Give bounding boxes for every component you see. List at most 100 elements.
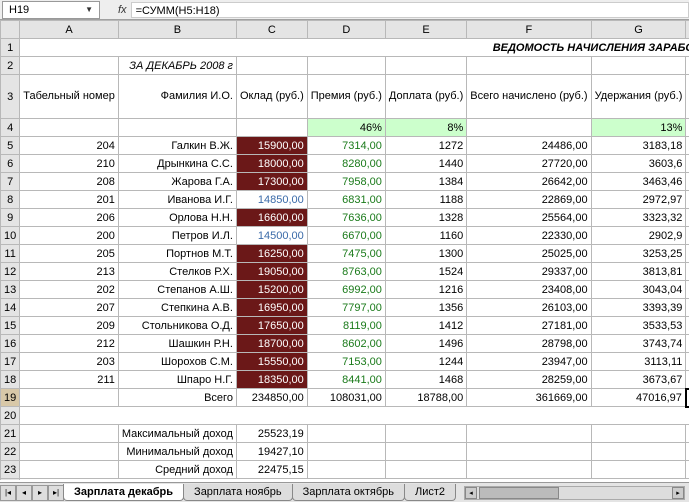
cell-tabnum[interactable]: 210 <box>20 155 119 173</box>
select-all-cell[interactable] <box>1 21 20 39</box>
sheet-tab[interactable]: Зарплата декабрь <box>63 484 184 501</box>
cell-bonus[interactable]: 8441,00 <box>307 371 385 389</box>
col-header-E[interactable]: E <box>385 21 466 39</box>
row-header[interactable]: 9 <box>1 209 20 227</box>
cell-accrued[interactable]: 27181,00 <box>467 317 591 335</box>
cell-salary[interactable]: 14500,00 <box>236 227 307 245</box>
cell-withheld[interactable]: 3813,81 <box>591 263 686 281</box>
cell-withheld[interactable]: 3393,39 <box>591 299 686 317</box>
cell-bonus[interactable]: 7958,00 <box>307 173 385 191</box>
row-header[interactable]: 4 <box>1 119 20 137</box>
pct-addpay[interactable]: 8% <box>385 119 466 137</box>
cell-tabnum[interactable]: 205 <box>20 245 119 263</box>
cell-name[interactable]: Галкин В.Ж. <box>118 137 236 155</box>
cell-accrued[interactable]: 28798,00 <box>467 335 591 353</box>
cell-tabnum[interactable]: 208 <box>20 173 119 191</box>
cell-withheld[interactable]: 3113,11 <box>591 353 686 371</box>
tab-nav-next-icon[interactable]: ▸ <box>32 485 48 501</box>
cell-accrued[interactable]: 23408,00 <box>467 281 591 299</box>
sheet-tab[interactable]: Лист2 <box>404 484 456 501</box>
cell-tabnum[interactable]: 203 <box>20 353 119 371</box>
cell-name[interactable]: Орлова Н.Н. <box>118 209 236 227</box>
cell-withheld[interactable]: 3183,18 <box>591 137 686 155</box>
cell-accrued[interactable]: 22330,00 <box>467 227 591 245</box>
row-header[interactable]: 8 <box>1 191 20 209</box>
cell-accrued[interactable]: 25564,00 <box>467 209 591 227</box>
name-box-dropdown-icon[interactable]: ▼ <box>85 5 93 14</box>
totals-salary[interactable]: 234850,00 <box>236 389 307 407</box>
tab-nav-last-icon[interactable]: ▸| <box>48 485 64 501</box>
cell-addpay[interactable]: 1300 <box>385 245 466 263</box>
spreadsheet-grid[interactable]: A B C D E F G H 1 ВЕДОМОСТЬ НАЧИСЛЕНИЯ З… <box>0 20 689 480</box>
stat-value[interactable]: 19427,10 <box>236 443 307 461</box>
cell-bonus[interactable]: 8763,00 <box>307 263 385 281</box>
row-header[interactable]: 21 <box>1 425 20 443</box>
cell-accrued[interactable]: 26642,00 <box>467 173 591 191</box>
cell-addpay[interactable]: 1160 <box>385 227 466 245</box>
cell-addpay[interactable]: 1328 <box>385 209 466 227</box>
tab-nav-first-icon[interactable]: |◂ <box>0 485 16 501</box>
cell-salary[interactable]: 15900,00 <box>236 137 307 155</box>
cell-addpay[interactable]: 1524 <box>385 263 466 281</box>
stat-label[interactable]: Максимальный доход <box>118 425 236 443</box>
cell-salary[interactable]: 15200,00 <box>236 281 307 299</box>
horizontal-scrollbar[interactable]: ◂ ▸ <box>464 486 685 500</box>
cell-salary[interactable]: 15550,00 <box>236 353 307 371</box>
cell-addpay[interactable]: 1440 <box>385 155 466 173</box>
col-header-A[interactable]: A <box>20 21 119 39</box>
subtitle[interactable]: ЗА ДЕКАБРЬ 2008 г <box>118 57 236 75</box>
stat-value[interactable]: 25523,19 <box>236 425 307 443</box>
cell-bonus[interactable]: 7153,00 <box>307 353 385 371</box>
cell-salary[interactable]: 18000,00 <box>236 155 307 173</box>
hdr-accrued[interactable]: Всего начислено (руб.) <box>467 75 591 119</box>
cell-accrued[interactable]: 26103,00 <box>467 299 591 317</box>
cell-bonus[interactable]: 7797,00 <box>307 299 385 317</box>
cell-tabnum[interactable]: 206 <box>20 209 119 227</box>
hdr-addpay[interactable]: Доплата (руб.) <box>385 75 466 119</box>
scroll-thumb[interactable] <box>479 487 559 499</box>
row-header[interactable]: 3 <box>1 75 20 119</box>
cell-name[interactable]: Шорохов С.М. <box>118 353 236 371</box>
cell-name[interactable]: Портнов М.Т. <box>118 245 236 263</box>
cell-name[interactable]: Степкина А.В. <box>118 299 236 317</box>
stat-value[interactable]: 22475,15 <box>236 461 307 479</box>
cell-accrued[interactable]: 25025,00 <box>467 245 591 263</box>
row-header[interactable]: 15 <box>1 317 20 335</box>
hdr-salary[interactable]: Оклад (руб.) <box>236 75 307 119</box>
cell-withheld[interactable]: 3533,53 <box>591 317 686 335</box>
cell-salary[interactable]: 16250,00 <box>236 245 307 263</box>
cell-name[interactable]: Стольникова О.Д. <box>118 317 236 335</box>
totals-label[interactable]: Всего <box>118 389 236 407</box>
row-header[interactable]: 19 <box>1 389 20 407</box>
cell-withheld[interactable]: 3603,6 <box>591 155 686 173</box>
cell-accrued[interactable]: 24486,00 <box>467 137 591 155</box>
cell-name[interactable]: Стелков Р.Х. <box>118 263 236 281</box>
cell-tabnum[interactable]: 212 <box>20 335 119 353</box>
cell-bonus[interactable]: 8119,00 <box>307 317 385 335</box>
cell-addpay[interactable]: 1384 <box>385 173 466 191</box>
row-header[interactable]: 12 <box>1 263 20 281</box>
row-header[interactable]: 1 <box>1 39 20 57</box>
name-box[interactable]: H19 ▼ <box>2 1 100 19</box>
cell-name[interactable]: Шашкин Р.Н. <box>118 335 236 353</box>
tab-nav-prev-icon[interactable]: ◂ <box>16 485 32 501</box>
row-header[interactable]: 22 <box>1 443 20 461</box>
totals-add[interactable]: 18788,00 <box>385 389 466 407</box>
cell-salary[interactable]: 17650,00 <box>236 317 307 335</box>
fx-icon[interactable]: fx <box>118 4 127 16</box>
sheet-tab[interactable]: Зарплата октябрь <box>292 484 405 501</box>
cell-bonus[interactable]: 7314,00 <box>307 137 385 155</box>
cell-name[interactable]: Степанов А.Ш. <box>118 281 236 299</box>
cell-name[interactable]: Жарова Г.А. <box>118 173 236 191</box>
pct-bonus[interactable]: 46% <box>307 119 385 137</box>
cell-accrued[interactable]: 29337,00 <box>467 263 591 281</box>
row-header[interactable]: 17 <box>1 353 20 371</box>
cell-salary[interactable]: 17300,00 <box>236 173 307 191</box>
cell-accrued[interactable]: 27720,00 <box>467 155 591 173</box>
cell-accrued[interactable]: 28259,00 <box>467 371 591 389</box>
cell-addpay[interactable]: 1216 <box>385 281 466 299</box>
col-header-B[interactable]: B <box>118 21 236 39</box>
formula-bar[interactable]: =СУММ(H5:H18) <box>131 2 689 18</box>
cell-withheld[interactable]: 3253,25 <box>591 245 686 263</box>
row-header[interactable]: 11 <box>1 245 20 263</box>
